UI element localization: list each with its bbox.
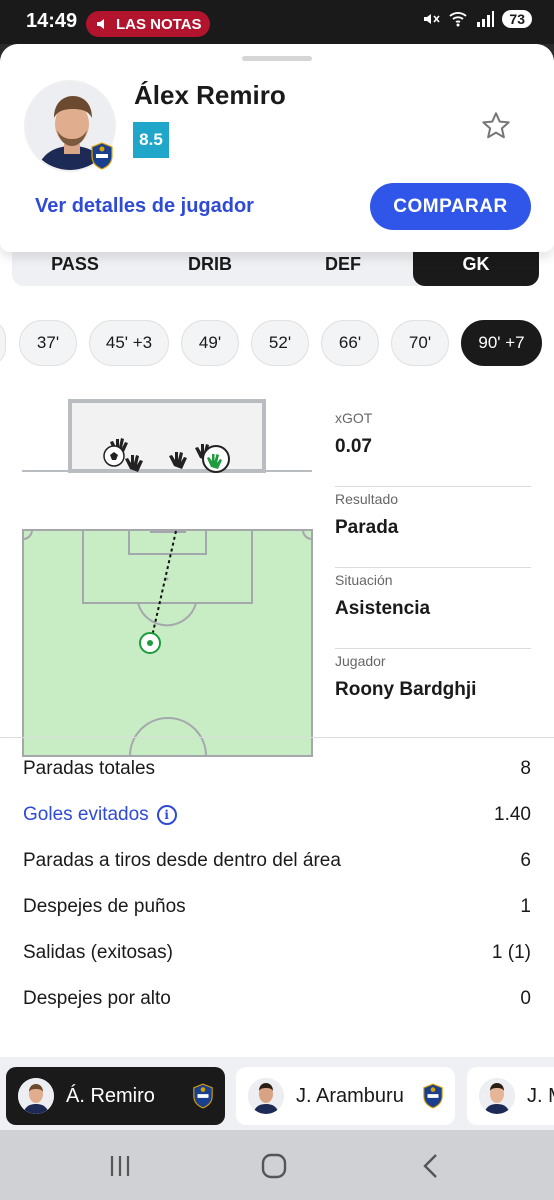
player-name: Álex Remiro [134, 80, 286, 110]
situation-block: Situación Asistencia [335, 568, 531, 649]
selected-save-glove-icon[interactable] [202, 445, 230, 473]
shooter-label: Jugador [335, 653, 386, 669]
signal-icon [477, 11, 495, 27]
xgot-value: 0.07 [335, 436, 372, 457]
status-time: 14:49 [26, 10, 78, 32]
system-navigation-bar [0, 1130, 554, 1200]
favorite-star-icon[interactable] [480, 110, 512, 142]
stat-label: Goles evitados [23, 804, 149, 825]
stat-row[interactable]: Goles evitados i 1.40 [23, 792, 531, 838]
stat-value: 1 (1) [491, 942, 531, 963]
speaker-icon [97, 19, 104, 29]
wifi-icon [449, 12, 468, 27]
goals-prevented-link[interactable]: Goles evitados i [23, 804, 177, 826]
player-chip-name: Á. Remiro [66, 1084, 155, 1107]
minute-chip[interactable]: 37' [19, 320, 77, 366]
xgot-label: xGOT [335, 410, 373, 426]
avatar [18, 1078, 54, 1114]
minute-chip-selected[interactable]: 90' +7 [461, 320, 542, 366]
mute-icon [424, 14, 441, 24]
minute-chip[interactable]: 70' [391, 320, 449, 366]
shooter-block: Jugador Roony Bardghji [335, 649, 531, 730]
stat-row: Salidas (exitosas) 1 (1) [23, 930, 531, 976]
avatar [248, 1078, 284, 1114]
stat-row: Paradas a tiros desde dentro del área 6 [23, 838, 531, 884]
result-block: Resultado Parada [335, 487, 531, 568]
player-header: Álex Remiro 8.5 Ver detalles de jugador … [0, 44, 554, 252]
player-rating-badge: 8.5 [133, 122, 169, 158]
minute-chip-partial[interactable] [0, 320, 6, 366]
live-indicator-label: LAS NOTAS [116, 15, 202, 33]
player-chip-name: J. M [527, 1084, 554, 1107]
shot-origin-marker[interactable] [139, 632, 161, 654]
stat-row: Paradas totales 8 [23, 746, 531, 792]
stat-value: 1 [520, 896, 531, 917]
result-label: Resultado [335, 491, 399, 507]
player-chip-selected[interactable]: Á. Remiro [6, 1067, 225, 1125]
status-bar: 14:49 LAS NOTAS 73 [0, 0, 554, 44]
player-chip[interactable]: J. M [467, 1067, 554, 1125]
stat-value: 0 [520, 988, 531, 1009]
avatar [479, 1078, 515, 1114]
goal-frame [22, 399, 312, 473]
stat-label: Paradas a tiros desde dentro del área [23, 850, 341, 871]
player-chip[interactable]: J. Aramburu [236, 1067, 455, 1125]
situation-label: Situación [335, 572, 393, 588]
shooter-value: Roony Bardghji [335, 679, 477, 700]
stat-label: Despejes de puños [23, 896, 186, 917]
player-details-link[interactable]: Ver detalles de jugador [35, 195, 254, 218]
divider [0, 737, 554, 738]
minute-chip[interactable]: 52' [251, 320, 309, 366]
result-value: Parada [335, 517, 399, 538]
stat-label: Salidas (exitosas) [23, 942, 173, 963]
shot-details: xGOT 0.07 Resultado Parada Situación Asi… [335, 406, 531, 730]
status-icons: 73 [422, 10, 532, 28]
home-icon[interactable] [260, 1152, 288, 1180]
goalkeeper-stats: Paradas totales 8 Goles evitados i 1.40 … [23, 746, 531, 1022]
back-icon[interactable] [418, 1152, 446, 1180]
stat-label: Paradas totales [23, 758, 156, 779]
player-switcher: Á. Remiro J. Aramburu J. M [0, 1057, 554, 1130]
player-chip-name: J. Aramburu [296, 1084, 404, 1107]
minute-chip[interactable]: 49' [181, 320, 239, 366]
battery-level: 73 [502, 10, 532, 28]
club-crest-icon [193, 1083, 213, 1109]
live-indicator-pill[interactable]: LAS NOTAS [86, 11, 210, 37]
minute-chip[interactable]: 66' [321, 320, 379, 366]
xgot-block: xGOT 0.07 [335, 406, 531, 487]
club-crest-icon [91, 142, 113, 170]
ball-icon [103, 445, 125, 467]
stat-row: Despejes por alto 0 [23, 976, 531, 1022]
shot-map [22, 399, 314, 758]
stat-row: Despejes de puños 1 [23, 884, 531, 930]
shot-minute-selector: 37' 45' +3 49' 52' 66' 70' 90' +7 [0, 320, 554, 368]
situation-value: Asistencia [335, 598, 431, 619]
stat-value: 6 [520, 850, 531, 871]
player-sheet: Álex Remiro 8.5 Ver detalles de jugador … [0, 44, 554, 1130]
drag-handle[interactable] [242, 56, 312, 61]
info-icon[interactable]: i [156, 805, 177, 825]
compare-button[interactable]: COMPARAR [370, 183, 531, 230]
club-crest-icon [423, 1083, 443, 1109]
pitch-lines [22, 529, 313, 757]
stat-value: 1.40 [494, 804, 531, 825]
stat-value: 8 [520, 758, 531, 779]
recent-apps-icon[interactable] [106, 1152, 134, 1180]
minute-chip[interactable]: 45' +3 [89, 320, 169, 366]
stat-label: Despejes por alto [23, 988, 171, 1009]
